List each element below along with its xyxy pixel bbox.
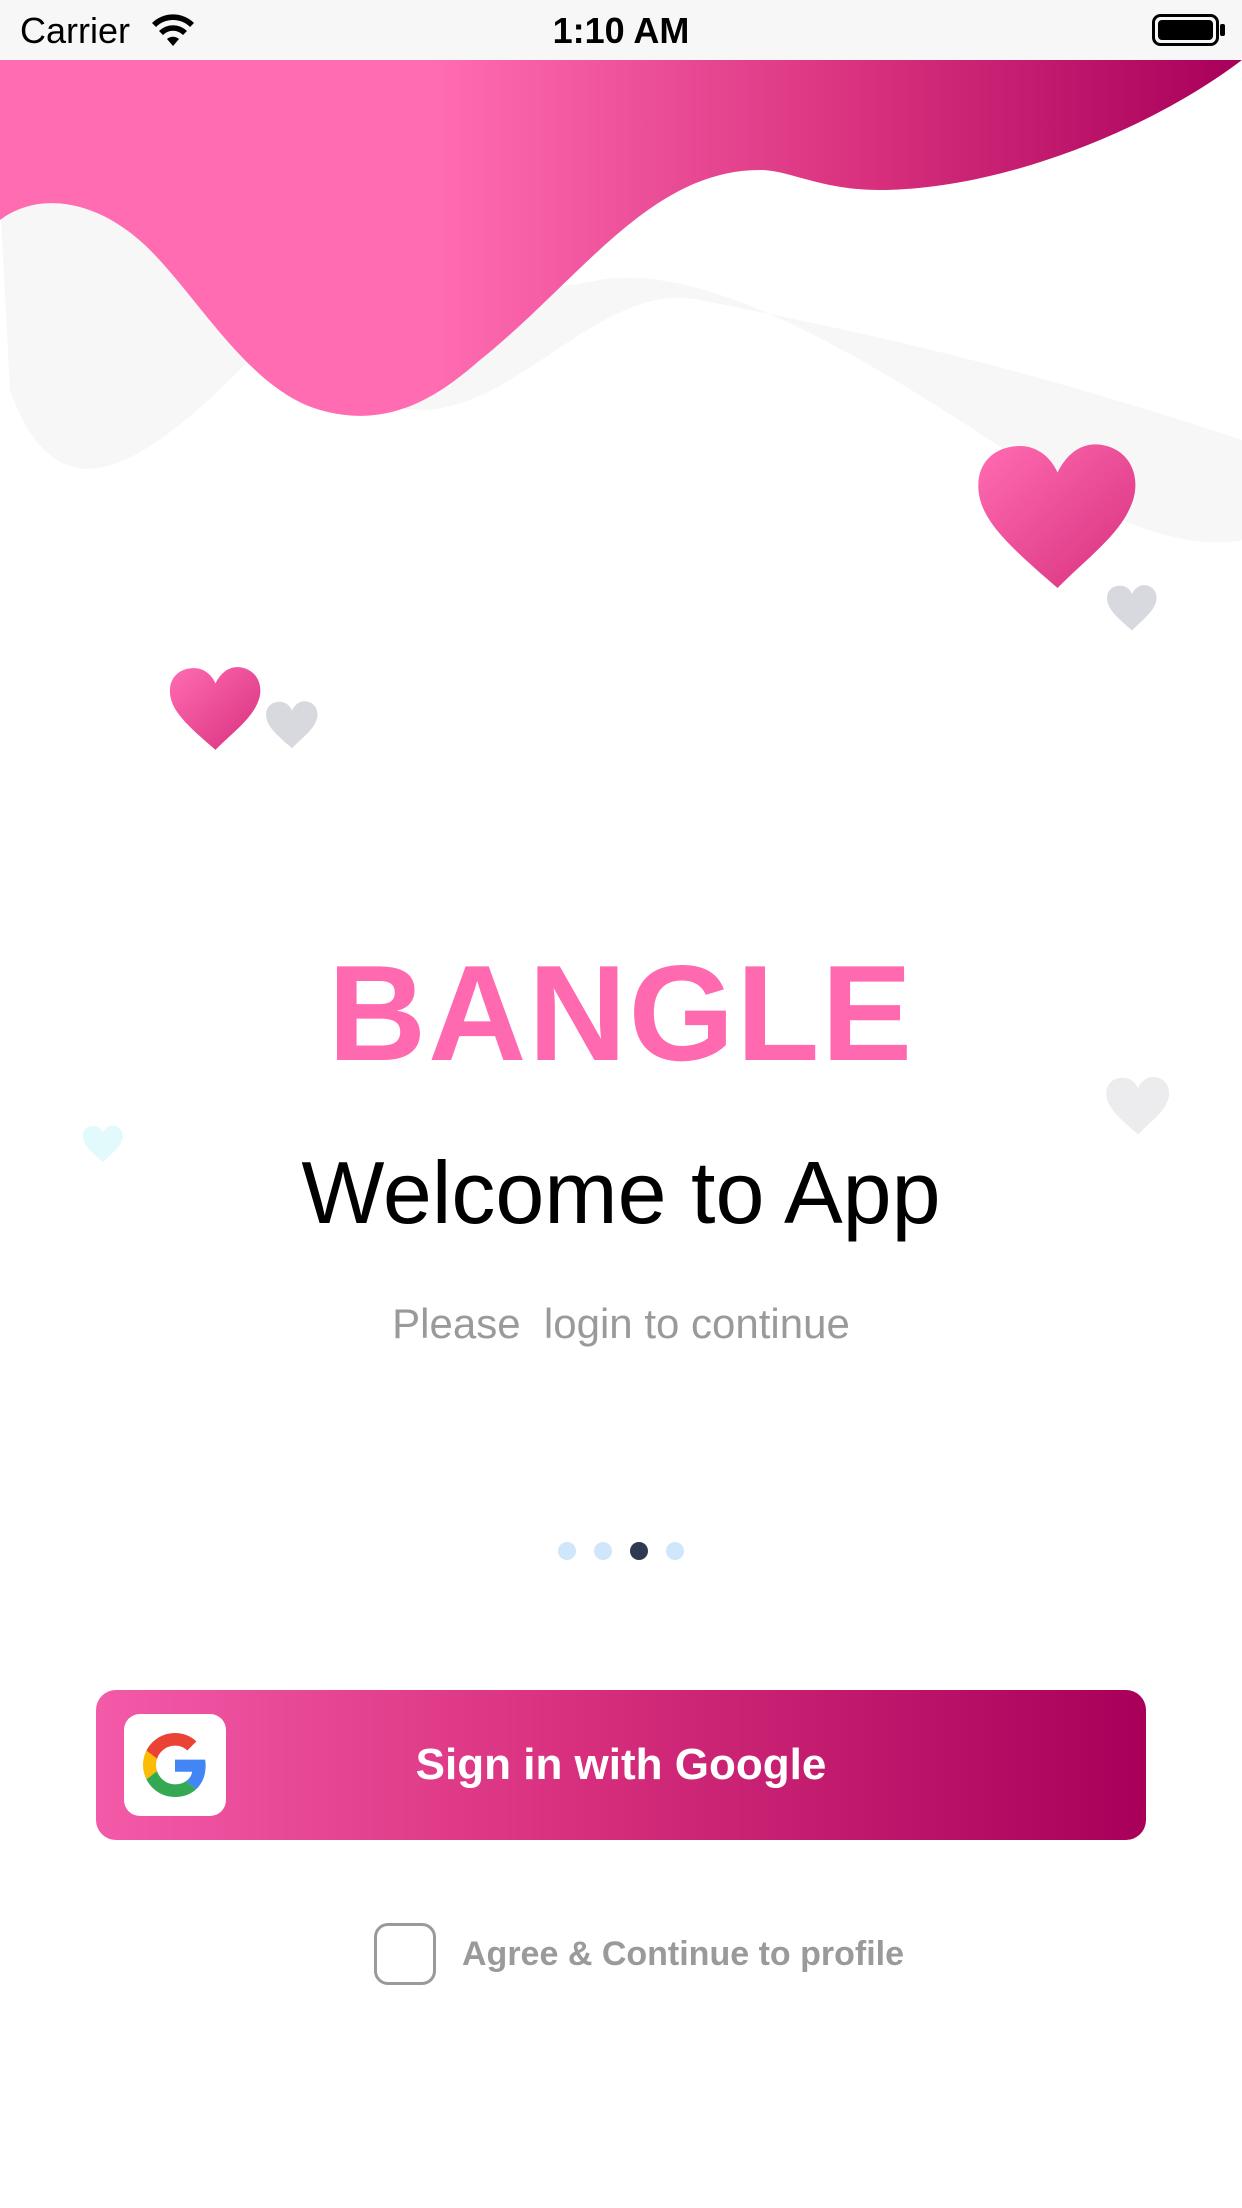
google-logo-box	[124, 1714, 226, 1816]
heart-icon	[266, 701, 318, 749]
page-dot[interactable]	[594, 1542, 612, 1560]
page-dot[interactable]	[558, 1542, 576, 1560]
google-icon	[143, 1733, 206, 1797]
welcome-title: Welcome to App	[301, 1143, 941, 1242]
clock: 1:10 AM	[552, 10, 690, 51]
google-signin-button[interactable]: Sign in with Google	[96, 1690, 1146, 1840]
agree-label[interactable]: Agree & Continue to profile	[462, 1935, 904, 1974]
brand-title: BANGLE	[327, 937, 915, 1089]
heart-icon	[1107, 585, 1157, 631]
page-indicator[interactable]	[0, 1542, 1242, 1560]
agree-checkbox[interactable]	[374, 1923, 436, 1985]
google-signin-label: Sign in with Google	[415, 1740, 827, 1789]
status-bar: Carrier 1:10 AM	[0, 0, 1242, 60]
welcome-subtitle: Please login to continue	[392, 1300, 850, 1347]
agree-row[interactable]: Agree & Continue to profile	[374, 1920, 904, 1988]
heart-icon	[978, 444, 1136, 588]
battery-icon	[1152, 14, 1225, 46]
page-dot[interactable]	[666, 1542, 684, 1560]
page-dot-active[interactable]	[630, 1542, 648, 1560]
heart-icon	[169, 667, 261, 750]
